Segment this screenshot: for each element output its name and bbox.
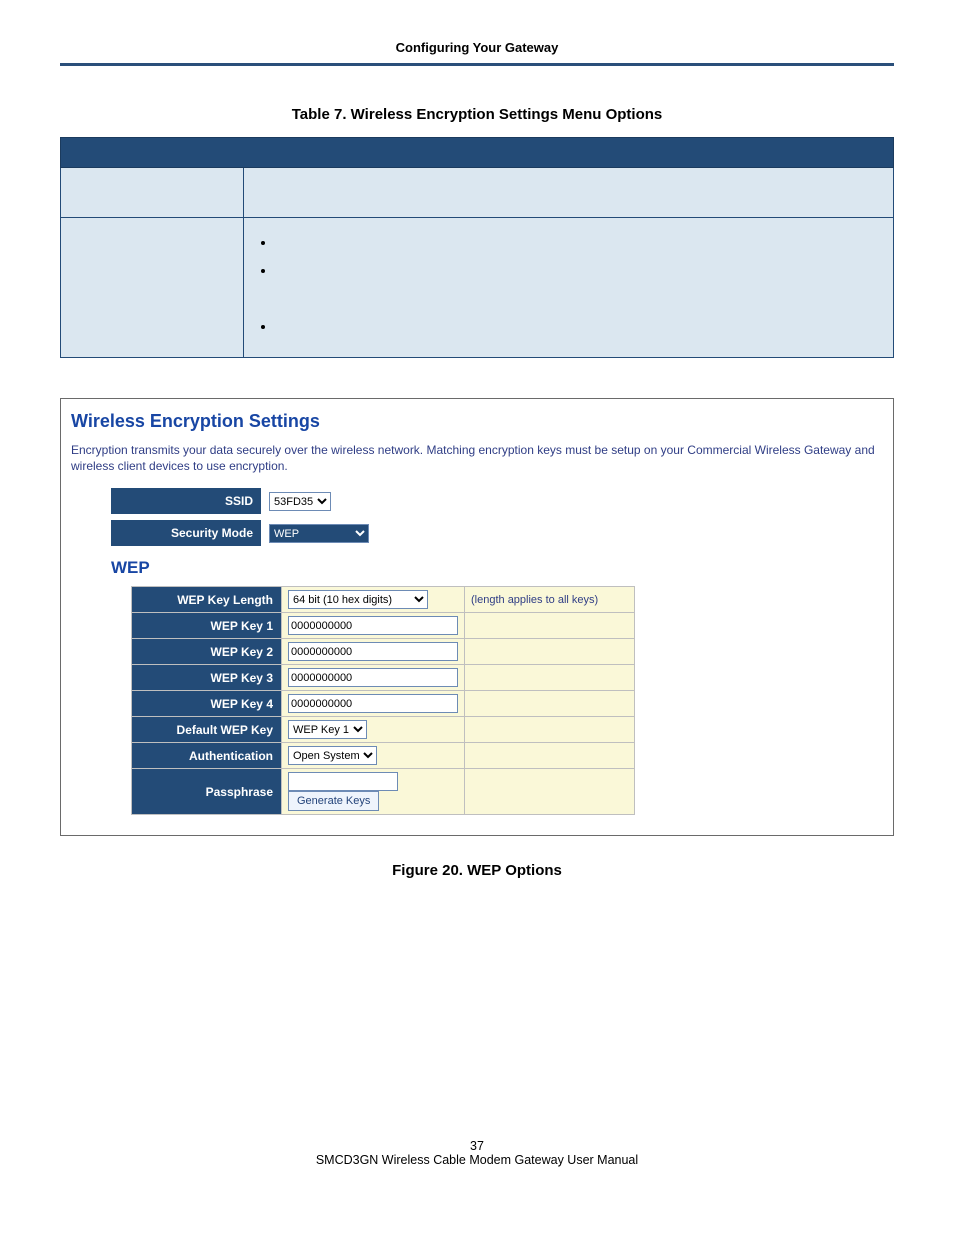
table-cell bbox=[61, 168, 244, 218]
security-mode-select[interactable]: WEP bbox=[269, 524, 369, 543]
table-bullet bbox=[276, 234, 883, 262]
panel-description: Encryption transmits your data securely … bbox=[71, 442, 883, 474]
table-caption: Table 7. Wireless Encryption Settings Me… bbox=[60, 106, 894, 123]
authentication-select[interactable]: Open System bbox=[288, 746, 377, 765]
authentication-label: Authentication bbox=[132, 743, 282, 769]
default-wep-key-select[interactable]: WEP Key 1 bbox=[288, 720, 367, 739]
table-cell bbox=[61, 218, 244, 358]
wep-key-4-label: WEP Key 4 bbox=[132, 691, 282, 717]
wireless-encryption-panel: Wireless Encryption Settings Encryption … bbox=[60, 398, 894, 836]
wep-key-1-input[interactable] bbox=[288, 616, 458, 635]
table-cell bbox=[244, 168, 894, 218]
passphrase-input[interactable] bbox=[288, 772, 398, 791]
wep-key-1-label: WEP Key 1 bbox=[132, 613, 282, 639]
table-bullet bbox=[276, 318, 883, 346]
wep-key-length-select[interactable]: 64 bit (10 hex digits) bbox=[288, 590, 428, 609]
wep-key-2-input[interactable] bbox=[288, 642, 458, 661]
table-header bbox=[61, 138, 894, 168]
ssid-select[interactable]: 53FD35 bbox=[269, 492, 331, 511]
panel-title: Wireless Encryption Settings bbox=[71, 411, 883, 432]
options-table bbox=[60, 137, 894, 358]
default-wep-key-label: Default WEP Key bbox=[132, 717, 282, 743]
security-mode-label: Security Mode bbox=[111, 520, 261, 546]
wep-key-3-input[interactable] bbox=[288, 668, 458, 687]
wep-heading: WEP bbox=[111, 558, 883, 578]
wep-key-length-label: WEP Key Length bbox=[132, 587, 282, 613]
footer-text: SMCD3GN Wireless Cable Modem Gateway Use… bbox=[60, 1153, 894, 1167]
wep-key-length-hint: (length applies to all keys) bbox=[471, 594, 598, 606]
passphrase-label: Passphrase bbox=[132, 769, 282, 815]
wep-settings-table: WEP Key Length 64 bit (10 hex digits) (l… bbox=[131, 586, 635, 815]
header-divider bbox=[60, 63, 894, 66]
wep-key-3-label: WEP Key 3 bbox=[132, 665, 282, 691]
generate-keys-button[interactable]: Generate Keys bbox=[288, 791, 379, 811]
wep-key-2-label: WEP Key 2 bbox=[132, 639, 282, 665]
page-number: 37 bbox=[60, 1139, 894, 1153]
ssid-label: SSID bbox=[111, 488, 261, 514]
table-bullet bbox=[276, 262, 883, 318]
table-cell bbox=[244, 218, 894, 358]
wep-key-4-input[interactable] bbox=[288, 694, 458, 713]
section-header: Configuring Your Gateway bbox=[60, 40, 894, 55]
figure-caption: Figure 20. WEP Options bbox=[60, 862, 894, 879]
